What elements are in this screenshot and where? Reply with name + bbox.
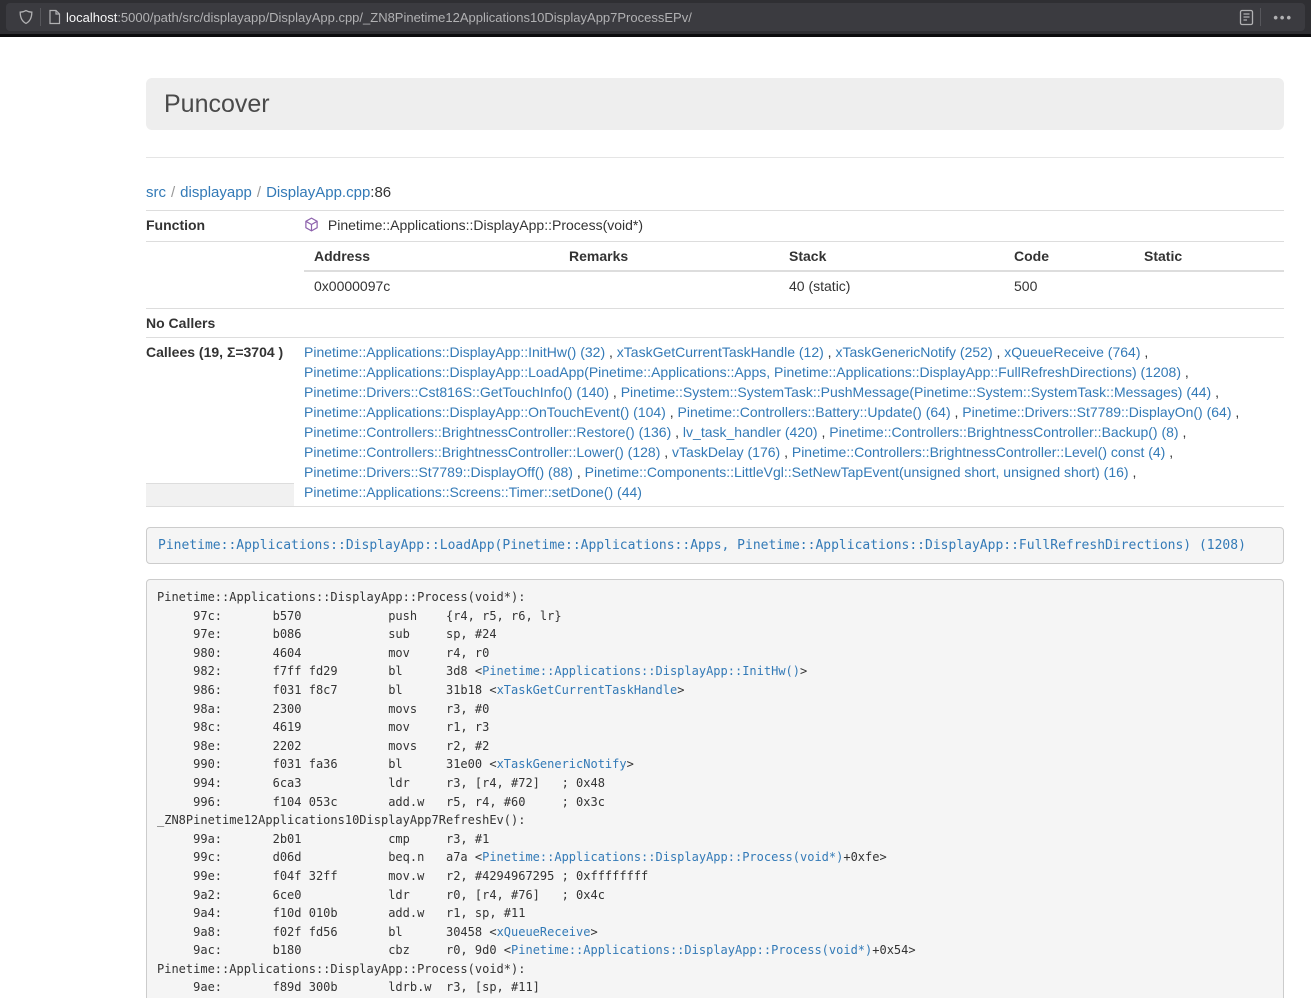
function-row-label: Function (146, 211, 294, 242)
stats-row-spacer (146, 242, 294, 309)
callee-link[interactable]: lv_task_handler (420) (683, 424, 818, 440)
stats-table: Address Remarks Stack Code Static 0x0000… (304, 242, 1284, 300)
stats-col-static: Static (1134, 242, 1284, 271)
function-name-cell: Pinetime::Applications::DisplayApp::Proc… (294, 211, 1284, 242)
asm-symbol-link[interactable]: xTaskGetCurrentTaskHandle (497, 683, 678, 697)
asm-symbol-link[interactable]: xQueueReceive (497, 925, 591, 939)
callees-list: Pinetime::Applications::DisplayApp::Init… (294, 338, 1284, 507)
page-container: Puncover src/displayapp/DisplayApp.cpp:8… (146, 78, 1284, 998)
url-path: :5000/path/src/displayapp/DisplayApp.cpp… (117, 10, 692, 25)
breadcrumb-separator: / (166, 184, 180, 201)
symbol-table: Function Pinetime::Applications::Display… (146, 210, 1284, 507)
callee-link[interactable]: xTaskGetCurrentTaskHandle (12) (617, 344, 824, 360)
url-text[interactable]: localhost:5000/path/src/displayapp/Displ… (66, 10, 1239, 25)
callee-link[interactable]: Pinetime::Applications::DisplayApp::Init… (304, 344, 605, 360)
stats-col-stack: Stack (779, 242, 1004, 271)
highlighted-callee-box: Pinetime::Applications::DisplayApp::Load… (146, 527, 1284, 564)
breadcrumb-src-link[interactable]: src (146, 184, 166, 201)
no-callers-cell (294, 309, 1284, 338)
callees-row: Callees (19, Σ=3704 ) Pinetime::Applicat… (146, 338, 1284, 484)
callees-label: Callees (19, Σ=3704 ) (146, 338, 294, 484)
callee-link[interactable]: Pinetime::Controllers::Battery::Update()… (678, 404, 951, 420)
url-host: localhost (66, 10, 117, 25)
asm-symbol-link[interactable]: xTaskGenericNotify (497, 757, 627, 771)
package-icon (304, 219, 323, 235)
callee-link[interactable]: Pinetime::Controllers::BrightnessControl… (792, 444, 1165, 460)
table-footer-cell (146, 484, 294, 507)
highlighted-callee-link[interactable]: Pinetime::Applications::DisplayApp::Load… (158, 538, 1246, 553)
callee-link[interactable]: Pinetime::Components::LittleVgl::SetNewT… (585, 464, 1129, 480)
urlbar-divider-right (1260, 8, 1261, 26)
reader-mode-icon[interactable] (1239, 9, 1254, 26)
callee-link[interactable]: Pinetime::Controllers::BrightnessControl… (304, 444, 660, 460)
callee-link[interactable]: vTaskDelay (176) (672, 444, 780, 460)
stats-col-code: Code (1004, 242, 1134, 271)
browser-toolbar: localhost:5000/path/src/displayapp/Displ… (0, 0, 1311, 34)
page-icon[interactable] (47, 9, 62, 25)
stats-static-value (1134, 271, 1284, 300)
assembly-listing: Pinetime::Applications::DisplayApp::Proc… (146, 579, 1284, 998)
callee-link[interactable]: Pinetime::Controllers::BrightnessControl… (829, 424, 1178, 440)
callee-link[interactable]: Pinetime::System::SystemTask::PushMessag… (621, 384, 1212, 400)
function-row: Function Pinetime::Applications::Display… (146, 211, 1284, 242)
stats-address-value: 0x0000097c (304, 271, 559, 300)
callee-link[interactable]: Pinetime::Applications::DisplayApp::OnTo… (304, 404, 666, 420)
stats-remarks-value (559, 271, 779, 300)
callee-link[interactable]: Pinetime::Drivers::St7789::DisplayOff() … (304, 464, 573, 480)
app-header: Puncover (146, 78, 1284, 130)
breadcrumb-separator: / (252, 184, 266, 201)
stats-stack-value: 40 (static) (779, 271, 1004, 300)
app-title[interactable]: Puncover (164, 90, 1266, 118)
callee-link[interactable]: Pinetime::Drivers::Cst816S::GetTouchInfo… (304, 384, 609, 400)
breadcrumb: src/displayapp/DisplayApp.cpp:86 (146, 182, 1284, 203)
callee-link[interactable]: xTaskGenericNotify (252) (835, 344, 992, 360)
page-actions-menu-icon[interactable]: ••• (1273, 10, 1293, 25)
callee-link[interactable]: Pinetime::Applications::Screens::Timer::… (304, 484, 642, 500)
shield-icon[interactable] (18, 9, 34, 25)
callee-link[interactable]: xQueueReceive (764) (1004, 344, 1140, 360)
asm-symbol-link[interactable]: Pinetime::Applications::DisplayApp::Init… (482, 664, 800, 678)
function-name: Pinetime::Applications::DisplayApp::Proc… (328, 217, 643, 233)
no-callers-row: No Callers (146, 309, 1284, 338)
callee-link[interactable]: Pinetime::Applications::DisplayApp::Load… (304, 364, 1181, 380)
stats-row: Address Remarks Stack Code Static 0x0000… (146, 242, 1284, 309)
asm-symbol-link[interactable]: Pinetime::Applications::DisplayApp::Proc… (482, 850, 843, 864)
toolbar-bottom-strip (0, 34, 1311, 37)
url-bar[interactable]: localhost:5000/path/src/displayapp/Displ… (6, 3, 1305, 31)
stats-col-address: Address (304, 242, 559, 271)
urlbar-divider (40, 8, 41, 26)
callee-link[interactable]: Pinetime::Controllers::BrightnessControl… (304, 424, 671, 440)
breadcrumb-line-number: :86 (370, 184, 391, 201)
stats-values-row: 0x0000097c 40 (static) 500 (304, 271, 1284, 300)
stats-code-value: 500 (1004, 271, 1134, 300)
asm-symbol-link[interactable]: Pinetime::Applications::DisplayApp::Proc… (511, 943, 872, 957)
breadcrumb-displayapp-link[interactable]: displayapp (180, 184, 252, 201)
divider (146, 157, 1284, 158)
callee-link[interactable]: Pinetime::Drivers::St7789::DisplayOn() (… (962, 404, 1231, 420)
breadcrumb-file-link[interactable]: DisplayApp.cpp (266, 184, 370, 201)
stats-col-remarks: Remarks (559, 242, 779, 271)
no-callers-label: No Callers (146, 309, 294, 338)
